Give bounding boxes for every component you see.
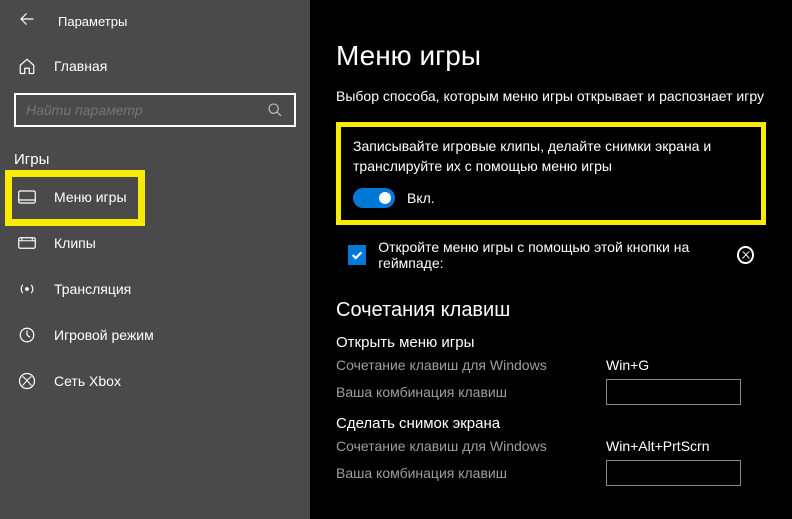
- sidebar: Параметры Главная Игры Меню игры: [0, 0, 310, 519]
- search-icon: [266, 101, 284, 119]
- category-label: Игры: [0, 135, 310, 174]
- broadcast-icon: [18, 280, 36, 298]
- open-menu-custom-label: Ваша комбинация клавиш: [336, 384, 606, 400]
- sidebar-item-label: Меню игры: [54, 189, 127, 205]
- toggle-knob: [379, 192, 391, 204]
- sidebar-item-label: Трансляция: [54, 281, 131, 297]
- main-content: Меню игры Выбор способа, которым меню иг…: [310, 0, 792, 519]
- sidebar-item-broadcast[interactable]: Трансляция: [0, 266, 310, 312]
- clips-icon: [18, 234, 36, 252]
- screenshot-win-label: Сочетание клавиш для Windows: [336, 438, 606, 454]
- header-title: Параметры: [58, 14, 127, 29]
- sidebar-item-game-mode[interactable]: Игровой режим: [0, 312, 310, 358]
- search-box[interactable]: [14, 93, 296, 127]
- screenshot-custom-input[interactable]: [606, 460, 741, 486]
- toggle-label: Вкл.: [407, 190, 435, 206]
- shortcuts-heading: Сочетания клавиш: [336, 299, 766, 322]
- screenshot-title: Сделать снимок экрана: [336, 415, 766, 432]
- screenshot-custom-label: Ваша комбинация клавиш: [336, 465, 606, 481]
- sidebar-item-label: Клипы: [54, 235, 96, 251]
- home-icon: [18, 57, 36, 75]
- open-menu-title: Открыть меню игры: [336, 334, 766, 351]
- sidebar-item-label: Игровой режим: [54, 327, 154, 343]
- sidebar-home-label: Главная: [54, 58, 107, 74]
- back-arrow-icon[interactable]: [18, 10, 36, 33]
- sidebar-item-label: Сеть Xbox: [54, 373, 121, 389]
- page-title: Меню игры: [336, 40, 766, 72]
- record-toggle[interactable]: [353, 188, 395, 208]
- gamepad-checkbox[interactable]: [348, 245, 366, 265]
- game-bar-icon: [18, 188, 36, 206]
- gamepad-checkbox-label: Откройте меню игры с помощью этой кнопки…: [378, 239, 725, 271]
- sidebar-home[interactable]: Главная: [0, 47, 310, 85]
- game-mode-icon: [18, 326, 36, 344]
- record-section: Записывайте игровые клипы, делайте снимк…: [336, 122, 766, 225]
- sidebar-item-game-menu[interactable]: Меню игры: [0, 174, 310, 220]
- record-description: Записывайте игровые клипы, делайте снимк…: [353, 137, 749, 176]
- xbox-icon: [18, 372, 36, 390]
- search-input[interactable]: [26, 102, 266, 118]
- page-subtitle: Выбор способа, которым меню игры открыва…: [336, 88, 766, 104]
- sidebar-item-clips[interactable]: Клипы: [0, 220, 310, 266]
- sidebar-item-xbox-network[interactable]: Сеть Xbox: [0, 358, 310, 404]
- open-menu-custom-input[interactable]: [606, 379, 741, 405]
- open-menu-win-value: Win+G: [606, 357, 649, 373]
- screenshot-win-value: Win+Alt+PrtScrn: [606, 438, 709, 454]
- xbox-button-icon: [737, 246, 754, 264]
- gamepad-checkbox-row: Откройте меню игры с помощью этой кнопки…: [336, 235, 766, 281]
- open-menu-win-label: Сочетание клавиш для Windows: [336, 357, 606, 373]
